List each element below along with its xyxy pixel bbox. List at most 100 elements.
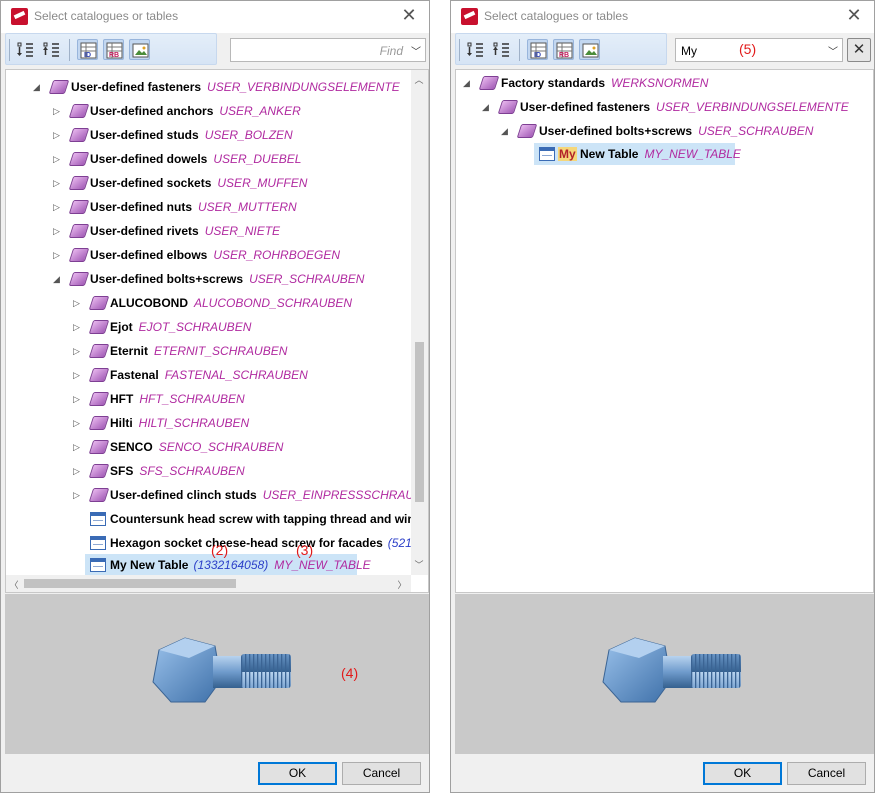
rb-view-button[interactable]: RB (553, 39, 574, 60)
collapse-arrow-icon[interactable]: ◢ (482, 96, 492, 118)
id-view-button[interactable]: ID (77, 39, 98, 60)
dropdown-arrow-icon[interactable]: ﹀ (411, 43, 421, 58)
expand-arrow-icon[interactable]: ▷ (73, 388, 83, 410)
tree-item[interactable]: ▷ Fastenal FASTENAL_SCHRAUBEN (6, 364, 411, 386)
tree-item[interactable]: ▷ HFT HFT_SCHRAUBEN (6, 388, 411, 410)
expand-arrow-icon[interactable]: ▷ (53, 220, 63, 242)
expand-arrow-icon[interactable]: ▷ (73, 364, 83, 386)
tree-item[interactable]: ▷ User-defined nuts USER_MUTTERN (6, 196, 411, 218)
cancel-button[interactable]: Cancel (342, 762, 421, 785)
ok-button[interactable]: OK (258, 762, 337, 785)
tree-item-label: Factory standards (501, 76, 606, 90)
collapse-all-button[interactable] (491, 39, 512, 60)
search-input[interactable]: Find ﹀ (230, 38, 426, 62)
tree-item[interactable]: ▷ User-defined elbows USER_ROHRBOEGEN (6, 244, 411, 266)
collapse-arrow-icon[interactable]: ◢ (463, 72, 473, 94)
expand-all-button[interactable] (465, 39, 486, 60)
tree-item[interactable]: Countersunk head screw with tapping thre… (6, 508, 415, 530)
cancel-button[interactable]: Cancel (787, 762, 866, 785)
tree-item[interactable]: ▷ User-defined clinch studs USER_EINPRESS… (6, 484, 428, 506)
tree-item[interactable]: ◢ User-defined fasteners USER_VERBINDUNGS… (6, 76, 411, 98)
expand-arrow-icon[interactable]: ▷ (73, 436, 83, 458)
catalogue-book-icon (68, 200, 90, 214)
tree-item[interactable]: ▷ Ejot EJOT_SCHRAUBEN (6, 316, 411, 338)
tree-item-label: User-defined clinch studs (110, 488, 257, 502)
tree-item-code: USER_EINPRESSSCHRAUBEN (262, 488, 429, 502)
preview-button[interactable] (129, 39, 150, 60)
tree-item[interactable]: ▷ SENCO SENCO_SCHRAUBEN (6, 436, 411, 458)
expand-arrow-icon[interactable]: ▷ (73, 340, 83, 362)
scroll-thumb[interactable] (415, 342, 424, 502)
collapse-all-button[interactable] (41, 39, 62, 60)
catalogue-tree[interactable]: ◢ Factory standards WERKSNORMEN ◢ User-de… (455, 69, 874, 593)
search-placeholder: Find (379, 44, 403, 58)
expand-arrow-icon[interactable]: ▷ (73, 412, 83, 434)
expand-arrow-icon[interactable]: ▷ (73, 292, 83, 314)
close-button[interactable]: ✕ (399, 5, 419, 25)
id-view-button[interactable]: ID (527, 39, 548, 60)
scroll-right-icon[interactable]: 〉 (396, 578, 408, 591)
tree-item[interactable]: Hexagon socket cheese-head screw for fac… (6, 532, 425, 554)
expand-arrow-icon[interactable]: ▷ (53, 100, 63, 122)
tree-item[interactable]: ◢ User-defined bolts+screws USER_SCHRAUBE… (6, 268, 411, 290)
table-icon (90, 512, 106, 526)
collapse-arrow-icon[interactable]: ◢ (53, 268, 63, 290)
expand-all-button[interactable] (15, 39, 36, 60)
expand-arrow-icon[interactable]: ▷ (53, 124, 63, 146)
scroll-thumb[interactable] (24, 579, 236, 588)
tree-item[interactable]: ▷ ALUCOBOND ALUCOBOND_SCHRAUBEN (6, 292, 411, 314)
scroll-down-icon[interactable]: ﹀ (413, 558, 425, 571)
svg-text:ID: ID (84, 52, 91, 59)
horizontal-scrollbar[interactable]: 〈 〉 (6, 575, 411, 592)
tree-item[interactable]: ▷ User-defined rivets USER_NIETE (6, 220, 411, 242)
tree-item-label: User-defined bolts+screws (539, 124, 693, 138)
collapse-all-icon (43, 42, 59, 57)
app-logo-icon (11, 8, 28, 25)
app-logo-icon (461, 8, 478, 25)
vertical-scrollbar[interactable]: ︿ ﹀ (411, 70, 428, 575)
tree-item[interactable]: ◢ User-defined fasteners USER_VERBINDUNGS… (456, 96, 866, 118)
expand-arrow-icon[interactable]: ▷ (73, 460, 83, 482)
tree-item[interactable]: ▷ User-defined studs USER_BOLZEN (6, 124, 411, 146)
tree-item-label: My New Table (110, 558, 189, 572)
expand-arrow-icon[interactable]: ▷ (73, 316, 83, 338)
tree-item-selected[interactable]: My New Table MY_NEW_TABLE (534, 143, 741, 165)
tree-item-label: User-defined dowels (90, 152, 208, 166)
id-view-icon: ID (80, 42, 97, 59)
tree-item-code: USER_ROHRBOEGEN (213, 248, 341, 262)
tree-item-code: WERKSNORMEN (611, 76, 709, 90)
search-input[interactable]: My (5) ﹀ (675, 38, 843, 62)
close-button[interactable]: ✕ (844, 5, 864, 25)
tree-item-label: User-defined rivets (90, 224, 199, 238)
dropdown-arrow-icon[interactable]: ﹀ (828, 43, 838, 58)
tree-item[interactable]: ▷ User-defined sockets USER_MUFFEN (6, 172, 411, 194)
expand-arrow-icon[interactable]: ▷ (53, 196, 63, 218)
tree-item[interactable]: ▷ User-defined anchors USER_ANKER (6, 100, 411, 122)
preview-button[interactable] (579, 39, 600, 60)
scroll-left-icon[interactable]: 〈 (8, 578, 20, 591)
clear-filter-button[interactable]: ✕ (847, 38, 871, 62)
tree-item[interactable]: ▷ Eternit ETERNIT_SCHRAUBEN (6, 340, 411, 362)
tree-item-code: USER_ANKER (219, 104, 301, 118)
expand-arrow-icon[interactable]: ▷ (53, 244, 63, 266)
expand-arrow-icon[interactable]: ▷ (53, 148, 63, 170)
clear-filter-icon: ✕ (852, 41, 866, 58)
tree-item-label: ALUCOBOND (110, 296, 188, 310)
ok-button[interactable]: OK (703, 762, 782, 785)
tree-item[interactable]: ▷ SFS SFS_SCHRAUBEN (6, 460, 411, 482)
tree-item[interactable]: ◢ User-defined bolts+screws USER_SCHRAUBE… (456, 120, 866, 142)
scroll-up-icon[interactable]: ︿ (413, 73, 425, 86)
tree-item-label: HFT (110, 392, 134, 406)
rb-view-icon: RB (106, 42, 123, 59)
rb-view-button[interactable]: RB (103, 39, 124, 60)
expand-arrow-icon[interactable]: ▷ (53, 172, 63, 194)
tree-item-label: Hexagon socket cheese-head screw for fac… (110, 536, 383, 550)
tree-item[interactable]: ▷ User-defined dowels USER_DUEBEL (6, 148, 411, 170)
toolbar-grip (459, 39, 460, 61)
tree-item[interactable]: ▷ Hilti HILTI_SCHRAUBEN (6, 412, 411, 434)
expand-arrow-icon[interactable]: ▷ (73, 484, 83, 506)
collapse-arrow-icon[interactable]: ◢ (33, 76, 43, 98)
catalogue-tree[interactable]: ◢ User-defined fasteners USER_VERBINDUNGS… (5, 69, 429, 593)
collapse-arrow-icon[interactable]: ◢ (501, 120, 511, 142)
tree-item[interactable]: ◢ Factory standards WERKSNORMEN (456, 72, 866, 94)
